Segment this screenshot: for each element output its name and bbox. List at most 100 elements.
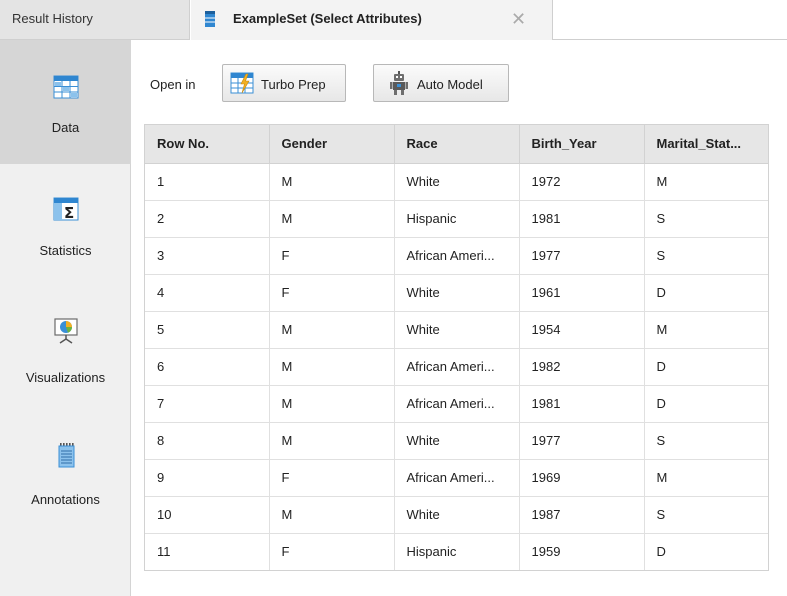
table-cell[interactable]: 1977 [519,422,645,460]
table-cell[interactable]: 8 [145,422,270,460]
turbo-prep-icon [230,72,254,94]
table-cell[interactable]: M [269,163,395,201]
sidebar-item-label: Data [51,120,80,135]
table-cell[interactable]: 9 [145,459,270,497]
table-cell[interactable]: 2 [145,200,270,238]
table-cell[interactable]: African Ameri... [394,385,520,423]
table-cell[interactable]: F [269,459,395,497]
table-cell[interactable]: F [269,274,395,312]
sidebar-item-label: Annotations [31,492,100,507]
tab-bar: Result History ExampleSet (Select Attrib… [0,0,787,40]
table-cell[interactable]: 1987 [519,496,645,534]
table-cell[interactable]: 10 [145,496,270,534]
table-cell[interactable]: D [644,533,768,570]
table-row[interactable]: 7 M African Ameri... 1981 D [145,385,768,423]
table-cell[interactable]: 1969 [519,459,645,497]
column-header[interactable]: Row No. [145,125,270,164]
robot-icon [390,71,408,95]
table-row[interactable]: 3 F African Ameri... 1977 S [145,237,768,275]
sidebar-item-label: Visualizations [25,370,106,385]
table-row[interactable]: 4 F White 1961 D [145,274,768,312]
tab-result-history[interactable]: Result History [0,0,190,40]
open-in-label: Open in [150,77,196,92]
table-cell[interactable]: White [394,496,520,534]
table-cell[interactable]: 3 [145,237,270,275]
table-cell[interactable]: African Ameri... [394,237,520,275]
annotations-notepad-icon [58,443,75,468]
table-row[interactable]: 6 M African Ameri... 1982 D [145,348,768,386]
table-cell[interactable]: D [644,274,768,312]
table-cell[interactable]: 5 [145,311,270,349]
sidebar-item-annotations[interactable]: Annotations [0,412,131,536]
column-header[interactable]: Marital_Stat... [644,125,768,164]
table-cell[interactable]: D [644,385,768,423]
table-row[interactable]: 1 M White 1972 M [145,163,768,201]
statistics-sigma-icon: Σ [53,197,79,222]
column-header[interactable]: Birth_Year [519,125,645,164]
table-cell[interactable]: White [394,311,520,349]
table-cell[interactable]: M [644,459,768,497]
table-cell[interactable]: S [644,200,768,238]
table-cell[interactable]: 4 [145,274,270,312]
column-header[interactable]: Race [394,125,520,164]
exampleset-table: Row No. Gender Race Birth_Year Marital_Stat.… [145,125,768,570]
table-cell[interactable]: M [269,385,395,423]
table-row[interactable]: 2 M Hispanic 1981 S [145,200,768,238]
table-header-row: Row No. Gender Race Birth_Year Marital_Stat.… [145,125,768,164]
table-cell[interactable]: 6 [145,348,270,386]
table-cell[interactable]: 11 [145,533,270,570]
table-cell[interactable]: S [644,496,768,534]
table-cell[interactable]: S [644,237,768,275]
table-cell[interactable]: Hispanic [394,200,520,238]
table-cell[interactable]: 1959 [519,533,645,570]
table-row[interactable]: 8 M White 1977 S [145,422,768,460]
table-cell[interactable]: M [269,200,395,238]
turbo-prep-button[interactable]: Turbo Prep [222,64,346,102]
table-cell[interactable]: 1977 [519,237,645,275]
data-table: Row No. Gender Race Birth_Year Marital_Stat.… [144,124,769,571]
tab-exampleset[interactable]: ExampleSet (Select Attributes) ✕ [191,0,553,40]
sidebar-item-data[interactable]: Data [0,40,131,164]
table-cell[interactable]: Hispanic [394,533,520,570]
table-cell[interactable]: M [269,348,395,386]
table-cell[interactable]: White [394,163,520,201]
table-cell[interactable]: 1 [145,163,270,201]
sidebar-item-visualizations[interactable]: Visualizations [0,288,131,412]
auto-model-button[interactable]: Auto Model [373,64,509,102]
table-row[interactable]: 10 M White 1987 S [145,496,768,534]
table-cell[interactable]: F [269,237,395,275]
table-cell[interactable]: 1972 [519,163,645,201]
results-sidebar: Data Σ Statistics Visualizations Annotat… [0,40,131,596]
table-cell[interactable]: M [644,163,768,201]
svg-text:Σ: Σ [64,204,74,222]
sidebar-item-label: Statistics [39,243,92,258]
table-cell[interactable]: White [394,422,520,460]
table-row[interactable]: 5 M White 1954 M [145,311,768,349]
table-cell[interactable]: 1981 [519,385,645,423]
table-cell[interactable]: M [269,311,395,349]
sidebar-item-statistics[interactable]: Σ Statistics [0,164,131,288]
tab-exampleset-label: ExampleSet (Select Attributes) [233,11,422,26]
table-cell[interactable]: 1981 [519,200,645,238]
close-icon[interactable]: ✕ [511,9,526,30]
table-cell[interactable]: African Ameri... [394,348,520,386]
table-row[interactable]: 11 F Hispanic 1959 D [145,533,768,570]
table-cell[interactable]: 1982 [519,348,645,386]
data-table-icon [53,75,79,99]
table-cell[interactable]: S [644,422,768,460]
column-header[interactable]: Gender [269,125,395,164]
table-cell[interactable]: 7 [145,385,270,423]
table-cell[interactable]: M [269,496,395,534]
table-cell[interactable]: White [394,274,520,312]
table-cell[interactable]: M [644,311,768,349]
table-cell[interactable]: M [269,422,395,460]
exampleset-icon [205,11,215,27]
table-cell[interactable]: 1961 [519,274,645,312]
tab-result-history-label: Result History [12,11,93,26]
table-cell[interactable]: F [269,533,395,570]
table-row[interactable]: 9 F African Ameri... 1969 M [145,459,768,497]
table-cell[interactable]: D [644,348,768,386]
table-cell[interactable]: African Ameri... [394,459,520,497]
table-cell[interactable]: 1954 [519,311,645,349]
visualizations-chart-icon [54,318,78,344]
